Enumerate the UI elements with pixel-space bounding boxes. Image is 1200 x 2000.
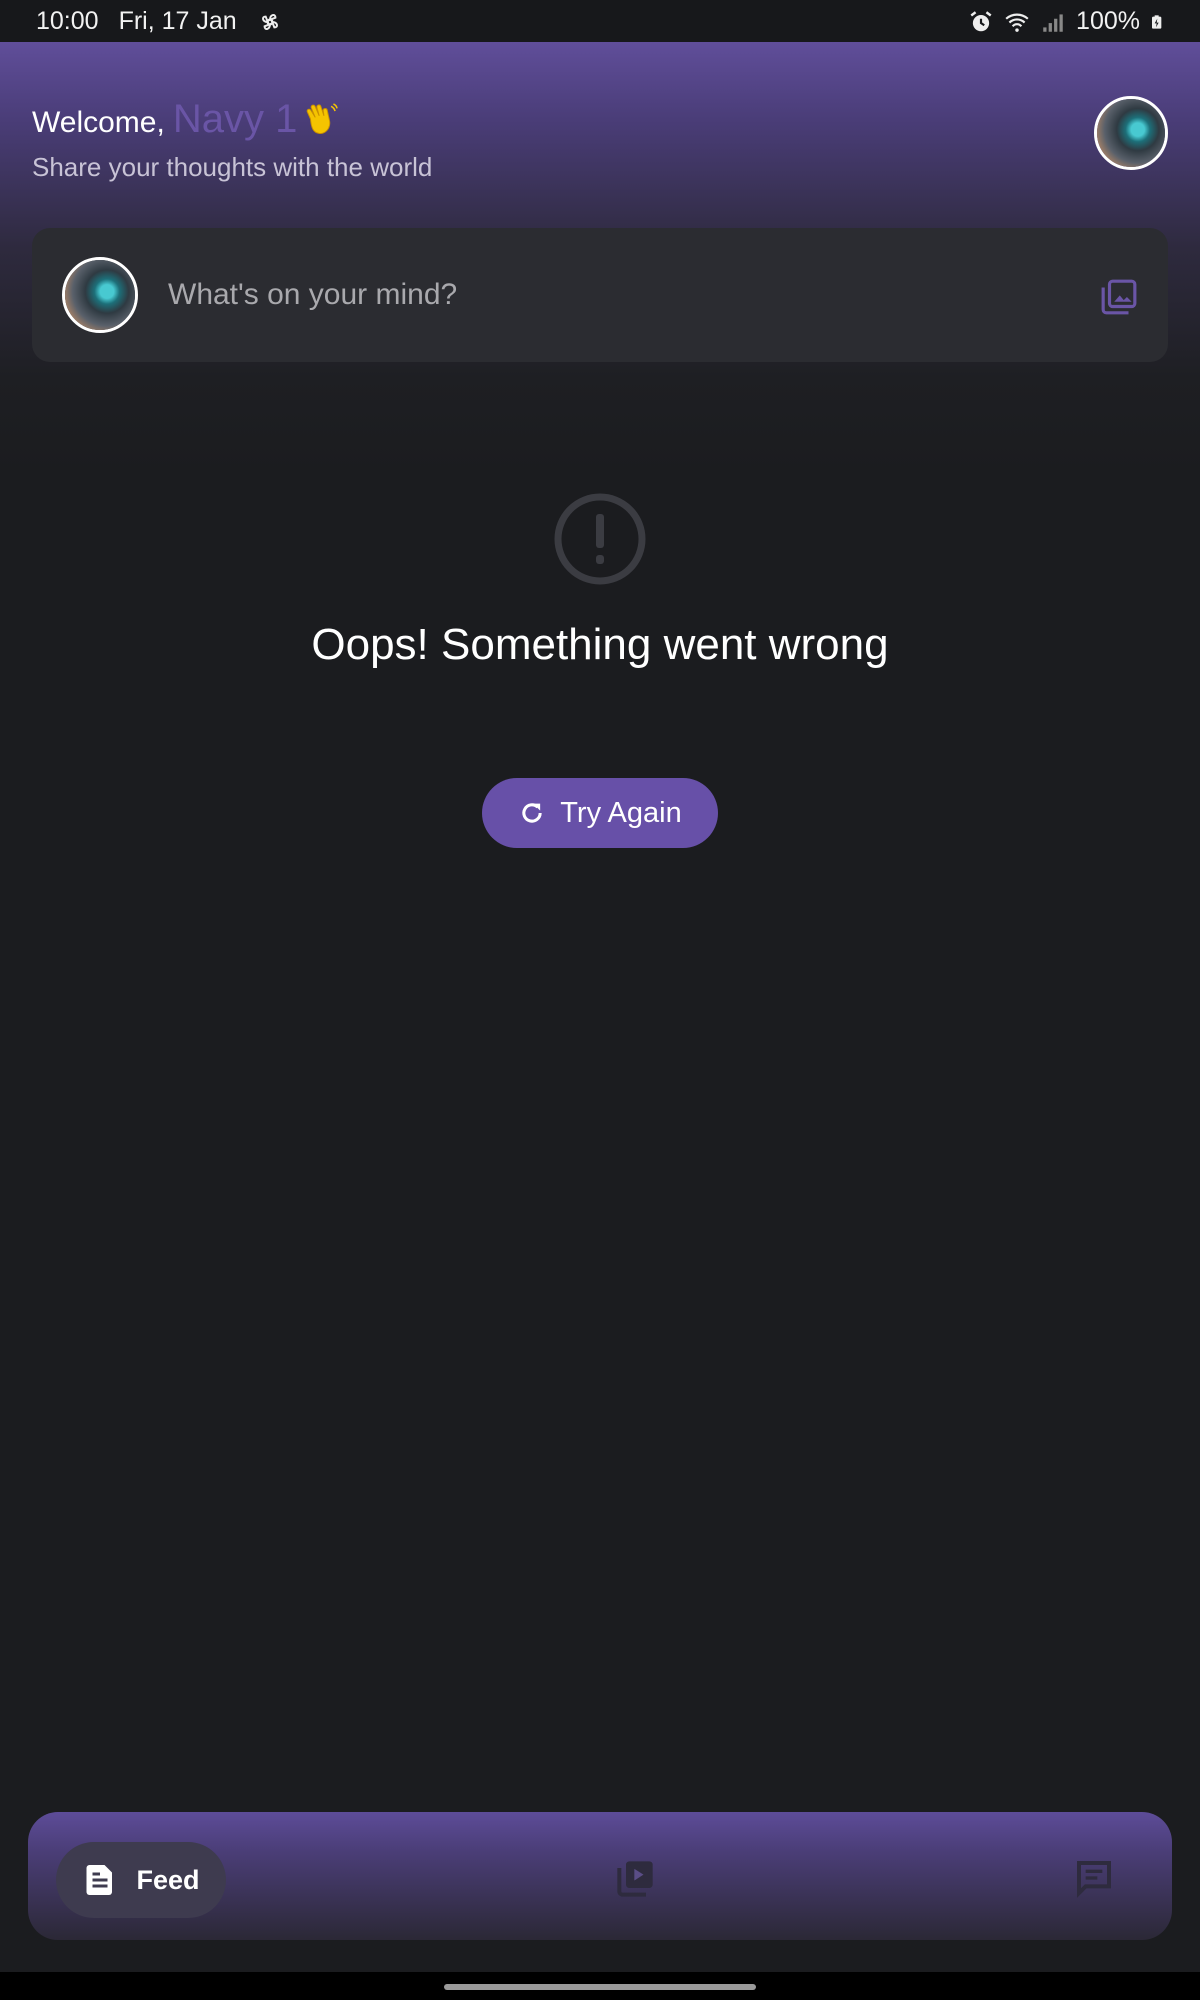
try-again-button[interactable]: Try Again <box>482 778 718 848</box>
bottom-navigation: Feed <box>28 1812 1172 1940</box>
pinwheel-icon <box>261 13 278 30</box>
status-left: 10:00 Fri, 17 Jan <box>36 7 283 36</box>
composer-avatar <box>62 257 138 333</box>
post-composer[interactable] <box>32 228 1168 362</box>
nav-item-feed[interactable]: Feed <box>56 1842 226 1918</box>
chat-icon[interactable] <box>1074 1858 1114 1898</box>
header-subtitle: Share your thoughts with the world <box>32 152 433 182</box>
waving-hand-icon <box>307 103 339 134</box>
wifi-icon <box>1005 13 1029 32</box>
video-library-icon[interactable] <box>616 1858 656 1898</box>
try-again-label: Try Again <box>560 796 682 829</box>
avatar-image <box>1097 99 1165 167</box>
refresh-icon <box>522 803 542 823</box>
composer-avatar-image <box>65 260 135 330</box>
status-date: Fri, 17 Jan <box>118 7 237 35</box>
battery-percent: 100% <box>1076 7 1140 35</box>
user-name: Navy 1 <box>172 97 298 141</box>
status-right: 100% <box>968 7 1166 36</box>
error-title: Oops! Something went wrong <box>311 620 889 669</box>
status-time: 10:00 <box>36 7 99 35</box>
composer-input[interactable] <box>166 264 970 326</box>
home-indicator[interactable] <box>444 1984 756 1990</box>
header: Welcome, Navy 1 Share your thoughts with… <box>0 42 1200 472</box>
document-icon <box>86 1865 113 1895</box>
nav-item-feed-label: Feed <box>136 1864 200 1895</box>
welcome-prefix: Welcome, <box>32 106 165 139</box>
photo-gallery-icon[interactable] <box>1100 278 1138 316</box>
signal-icon <box>1043 13 1063 32</box>
battery-charging-icon <box>1152 14 1162 29</box>
profile-avatar[interactable] <box>1094 96 1168 170</box>
welcome-row: Welcome, Navy 1 <box>32 94 339 142</box>
error-circle-icon <box>554 493 646 585</box>
alarm-icon <box>970 10 992 31</box>
status-bar: 10:00 Fri, 17 Jan 100% <box>0 0 1200 42</box>
